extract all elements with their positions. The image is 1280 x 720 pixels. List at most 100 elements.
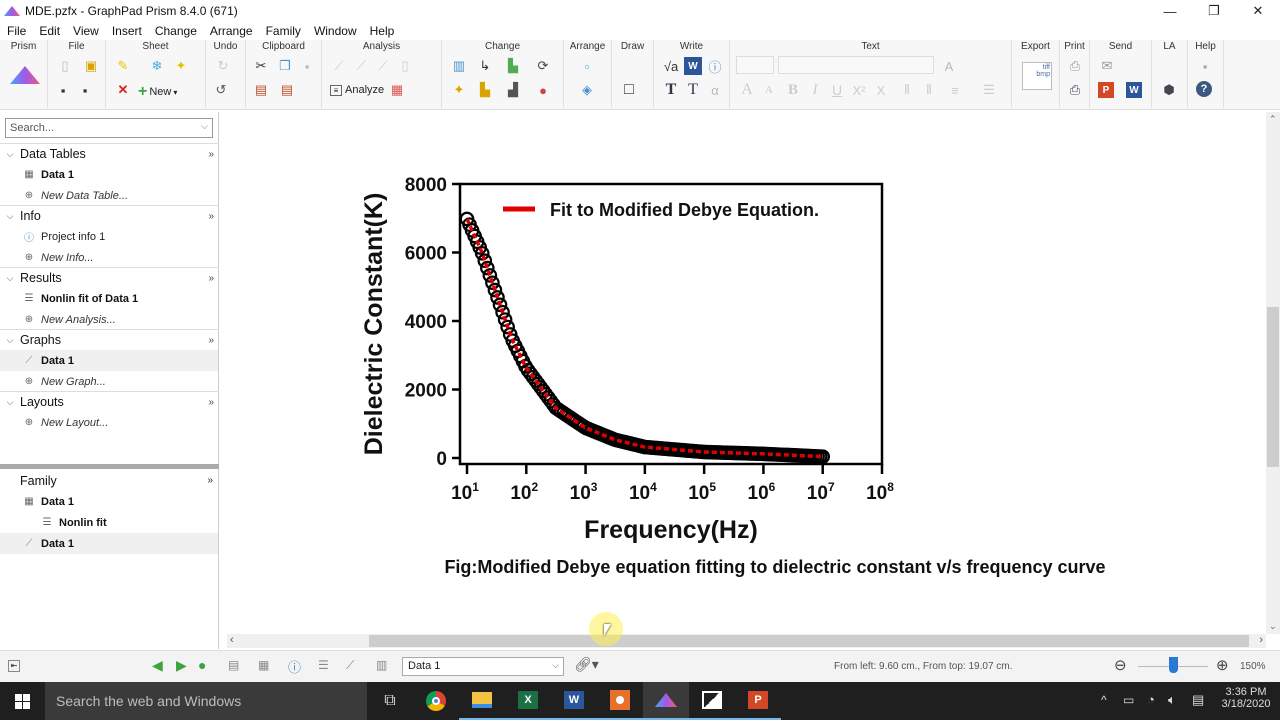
gallery-icon[interactable]: ▤: [228, 658, 239, 672]
sidebar-item-project-info[interactable]: ⓘ Project info 1: [0, 226, 218, 247]
sidebar-item-new-analysis[interactable]: ⊕ New Analysis...: [0, 309, 218, 330]
font-size-select[interactable]: [736, 56, 774, 74]
prism-taskbar-icon[interactable]: [643, 682, 689, 720]
horizontal-scroll-thumb[interactable]: [369, 635, 1249, 647]
redo-icon[interactable]: ↻: [214, 57, 232, 75]
list-icon[interactable]: ☰: [980, 81, 998, 99]
rectangle-icon[interactable]: □: [620, 81, 638, 99]
family-item-data-table[interactable]: ▦ Data 1: [0, 491, 218, 512]
bold-icon[interactable]: B: [784, 81, 802, 99]
paste-special-icon[interactable]: ▪: [298, 57, 316, 75]
task-view-icon[interactable]: ⧉: [367, 682, 413, 720]
print-icon[interactable]: ⎙: [1066, 57, 1084, 75]
scroll-left-icon[interactable]: ‹: [230, 634, 234, 646]
align-icon[interactable]: ▫: [578, 57, 596, 75]
minimize-button[interactable]: —: [1148, 0, 1192, 22]
equation-icon[interactable]: √a: [662, 57, 680, 75]
excel-icon[interactable]: X: [505, 682, 551, 720]
new-file-icon[interactable]: ▯: [56, 57, 74, 75]
sidebar-item-new-info[interactable]: ⊕ New Info...: [0, 247, 218, 268]
vertical-text-icon[interactable]: ⦀: [898, 81, 916, 99]
help-icon[interactable]: ?: [1196, 81, 1212, 97]
vertical-scroll-thumb[interactable]: [1267, 307, 1279, 467]
scale-icon[interactable]: ▟: [504, 81, 522, 99]
menu-view[interactable]: View: [66, 24, 105, 38]
info-tab-icon[interactable]: ⓘ: [288, 657, 301, 676]
collapse-navigator-icon[interactable]: ⇤: [8, 660, 20, 672]
start-button[interactable]: [0, 682, 45, 720]
section-graphs[interactable]: ⌵ Graphs »: [0, 329, 219, 350]
previous-sheet-icon[interactable]: ◀: [152, 657, 163, 674]
chevron-down-icon[interactable]: ⌵: [0, 273, 20, 284]
format-graph-icon[interactable]: ▙: [504, 57, 522, 75]
results-tab-icon[interactable]: ☰: [318, 658, 329, 672]
section-layouts[interactable]: ⌵ Layouts »: [0, 391, 219, 412]
analysis-icon-1[interactable]: ⟋: [330, 57, 348, 75]
email-icon[interactable]: ✉: [1098, 57, 1116, 75]
save-as-icon[interactable]: ▪: [76, 81, 94, 99]
show-hidden-icons[interactable]: ^: [1101, 693, 1107, 707]
word-app-icon[interactable]: W: [551, 682, 597, 720]
family-item-nonlin-fit[interactable]: ☰ Nonlin fit: [0, 512, 218, 533]
analyze-button[interactable]: ≡ Analyze: [330, 84, 384, 96]
powerpoint-app-icon[interactable]: P: [735, 682, 781, 720]
section-results[interactable]: ⌵ Results »: [0, 267, 219, 288]
text-icon[interactable]: T: [662, 81, 680, 99]
help-book-icon[interactable]: ▪: [1196, 57, 1214, 75]
expand-icon[interactable]: »: [208, 397, 214, 408]
chevron-down-icon[interactable]: ⌵: [0, 149, 20, 160]
info-constants-icon[interactable]: ⓘ: [706, 57, 724, 75]
sidebar-item-new-graph[interactable]: ⊕ New Graph...: [0, 371, 218, 392]
expand-icon[interactable]: »: [208, 149, 214, 160]
menu-family[interactable]: Family: [259, 24, 307, 38]
table-results-icon[interactable]: ▦: [388, 81, 406, 99]
format-data-icon[interactable]: ▙: [476, 81, 494, 99]
paste-options-icon[interactable]: ▤: [278, 81, 296, 99]
expand-icon[interactable]: »: [208, 335, 214, 346]
section-data-tables[interactable]: ⌵ Data Tables »: [0, 143, 219, 164]
data-tables-tab-icon[interactable]: ▦: [258, 658, 269, 672]
vertical-scrollbar[interactable]: ⌃ ⌄: [1266, 112, 1280, 634]
text-box-icon[interactable]: T: [684, 81, 702, 99]
font-family-select[interactable]: [778, 56, 934, 74]
link-icon[interactable]: 🔗︎▾: [574, 656, 599, 673]
chevron-down-icon[interactable]: ⌵: [201, 121, 208, 132]
sidebar-item-nonlin-fit[interactable]: ☰ Nonlin fit of Data 1: [0, 288, 218, 309]
snowflake-icon[interactable]: ❄: [148, 57, 166, 75]
next-sheet-icon[interactable]: ▶: [176, 657, 187, 674]
expand-icon[interactable]: »: [207, 475, 213, 486]
pin-icon[interactable]: ✦: [172, 57, 190, 75]
greek-icon[interactable]: α: [706, 81, 724, 99]
layouts-tab-icon[interactable]: ▥: [376, 658, 387, 672]
zoom-in-icon[interactable]: ⊕: [1216, 656, 1229, 674]
swap-icon[interactable]: ⟳: [534, 57, 552, 75]
graph-canvas[interactable]: 0 2000 4000 6000 8000 101 102 103 104 105 106 107 10…: [227, 112, 1266, 634]
section-info[interactable]: ⌵ Info »: [0, 205, 219, 226]
menu-file[interactable]: File: [0, 24, 32, 38]
analysis-icon-3[interactable]: ⟋: [374, 57, 392, 75]
scroll-up-icon[interactable]: ⌃: [1269, 114, 1277, 125]
go-to-sheet-icon[interactable]: ●: [198, 657, 206, 673]
color-scheme-icon[interactable]: ●: [534, 81, 552, 99]
underline-icon[interactable]: U: [828, 81, 846, 99]
sidebar-item-data-1[interactable]: ▦ Data 1: [0, 164, 218, 185]
analysis-icon-4[interactable]: ▯: [396, 57, 414, 75]
delete-icon[interactable]: ✕: [114, 81, 132, 99]
photos-icon[interactable]: [689, 682, 735, 720]
chevron-down-icon[interactable]: ⌵: [0, 335, 20, 346]
word-icon[interactable]: W: [684, 57, 702, 75]
save-icon[interactable]: ▪: [54, 81, 72, 99]
zoom-slider[interactable]: [1138, 657, 1208, 673]
font-color-icon[interactable]: A: [940, 57, 958, 75]
file-explorer-icon[interactable]: [459, 682, 505, 720]
cube-icon[interactable]: ⬢: [1160, 81, 1178, 99]
sheet-select[interactable]: Data 1 ⌵: [402, 657, 564, 676]
action-center-icon[interactable]: ▤: [1192, 692, 1204, 708]
italic-icon[interactable]: I: [806, 81, 824, 99]
sidebar-item-new-data-table[interactable]: ⊕ New Data Table...: [0, 185, 218, 206]
chrome-icon[interactable]: [413, 682, 459, 720]
graphs-tab-icon[interactable]: ⟋: [346, 658, 354, 673]
superscript-icon[interactable]: X²: [850, 81, 868, 99]
wifi-icon[interactable]: ◔: [1147, 692, 1155, 707]
increase-font-icon[interactable]: A: [738, 81, 756, 99]
